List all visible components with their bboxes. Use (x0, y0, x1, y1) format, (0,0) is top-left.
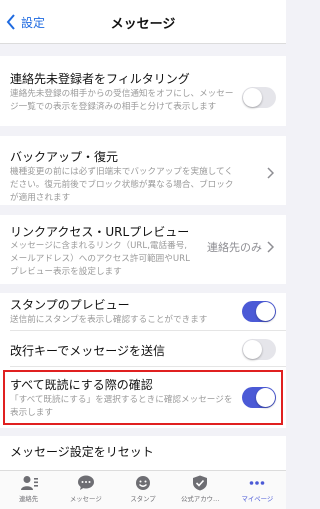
tab-contacts[interactable]: 連絡先 (0, 471, 57, 509)
tab-label: メッセージ (69, 495, 102, 503)
link-preview-desc: メッセージに含まれるリンク（URL,電話番号,メールアドレス）へのアクセス許可範… (10, 241, 190, 277)
stamp-preview-desc: 送信前にスタンプを表示し確認することができます (10, 315, 208, 325)
message-icon (77, 475, 94, 490)
backup-restore-title: バックアップ・復元 (10, 150, 119, 164)
tab-label: 公式アカウ… (181, 495, 220, 503)
official-account-icon (193, 475, 208, 491)
contacts-icon (20, 476, 38, 490)
chevron-right-icon (267, 167, 274, 179)
chevron-right-icon (267, 241, 274, 253)
toggle-knob (243, 340, 262, 359)
toggle-knob (256, 302, 275, 321)
filter-unregistered-title: 連絡先未登録者をフィルタリング (10, 72, 190, 86)
tab-mypage[interactable]: マイページ (229, 471, 286, 509)
more-dots-icon (250, 481, 265, 485)
backup-restore-row[interactable]: バックアップ・復元 機種変更の前には必ず旧端末でバックアップを実施してください。… (0, 136, 286, 205)
stamp-icon (136, 476, 150, 490)
tab-messages[interactable]: メッセージ (57, 471, 114, 509)
tab-bar: 連絡先 メッセージ スタンプ 公式アカウ… マイページ (0, 470, 286, 509)
page-title: メッセージ (110, 17, 176, 32)
reset-settings-title: メッセージ設定をリセット (10, 445, 154, 459)
filter-unregistered-toggle[interactable] (242, 87, 276, 108)
link-preview-row[interactable]: リンクアクセス・URLプレビュー メッセージに含まれるリンク（URL,電話番号,… (0, 215, 286, 284)
enter-key-send-toggle[interactable] (242, 339, 276, 360)
filter-unregistered-row: 連絡先未登録者をフィルタリング 連絡先未登録の相手からの受信通知をオフにし、メッ… (0, 56, 286, 126)
stamp-preview-title: スタンプのプレビュー (10, 298, 130, 312)
stamp-preview-toggle[interactable] (242, 301, 276, 322)
tab-stamps[interactable]: スタンプ (114, 471, 171, 509)
tab-label: 連絡先 (19, 495, 39, 503)
backup-restore-desc: 機種変更の前には必ず旧端末でバックアップを実施してください。復元前後でブロック状… (10, 167, 234, 203)
tab-label: マイページ (241, 495, 274, 503)
filter-unregistered-desc: 連絡先未登録の相手からの受信通知をオフにし、メッセージ一覧での表示を登録済みの相… (10, 89, 234, 112)
reset-settings-row[interactable]: メッセージ設定をリセット (0, 436, 286, 470)
enter-key-send-title: 改行キーでメッセージを送信 (10, 344, 166, 358)
link-preview-title: リンクアクセス・URLプレビュー (10, 225, 190, 239)
enter-key-send-row: 改行キーでメッセージを送信 (0, 331, 286, 367)
highlight-box (3, 370, 283, 425)
link-preview-value: 連絡先のみ (207, 241, 262, 254)
stamp-preview-row: スタンプのプレビュー 送信前にスタンプを表示し確認することができます (0, 293, 286, 331)
tab-official-accounts[interactable]: 公式アカウ… (172, 471, 229, 509)
navigation-bar: 設定 メッセージ (0, 0, 286, 44)
toggle-knob (243, 88, 262, 107)
tab-label: スタンプ (130, 495, 156, 503)
